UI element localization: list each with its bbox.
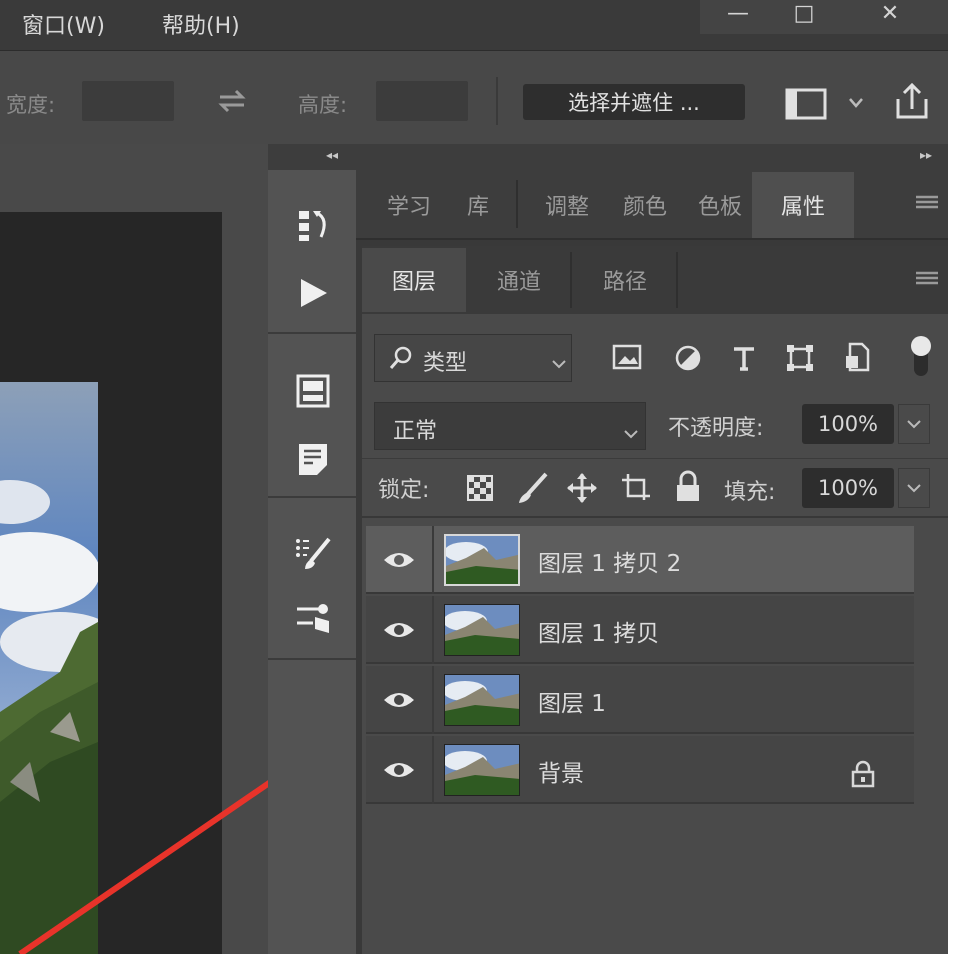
lock-icon (850, 760, 876, 788)
chevron-down-icon (907, 484, 921, 493)
layer-name[interactable]: 背景 (538, 754, 584, 788)
layer-filter-kind-select[interactable]: 类型 (374, 334, 572, 382)
lock-transparent-pixels-icon[interactable] (466, 474, 494, 502)
tool-group-info (268, 336, 356, 498)
menu-help[interactable]: 帮助(H) (162, 8, 240, 40)
layer-row[interactable]: 背景 (366, 736, 914, 804)
tab-libraries[interactable]: 库 (450, 172, 506, 238)
layer-thumbnail (444, 744, 520, 796)
lock-position-icon[interactable] (566, 472, 598, 504)
options-bar: 宽度: 高度: 选择并遮住 ... (0, 50, 948, 144)
filter-adjustment-icon[interactable] (674, 344, 702, 372)
collapse-right-icon[interactable]: ▸▸ (920, 148, 932, 162)
blend-mode-label: 正常 (393, 419, 438, 444)
lock-image-pixels-icon[interactable] (516, 472, 548, 504)
lock-label: 锁定: (378, 478, 430, 503)
filter-pixel-icon[interactable] (612, 344, 642, 370)
visibility-eye-icon[interactable] (382, 546, 416, 574)
layer-name[interactable]: 图层 1 拷贝 2 (538, 544, 681, 578)
width-field[interactable] (82, 81, 174, 121)
tab-learn[interactable]: 学习 (376, 172, 442, 238)
chevron-down-icon (623, 421, 639, 446)
tool-group-history (268, 172, 356, 334)
layer-thumbnail (444, 534, 520, 586)
share-icon[interactable] (890, 79, 934, 123)
layer-row[interactable]: 图层 1 (366, 666, 914, 734)
history-icon[interactable] (290, 202, 336, 248)
filter-shape-icon[interactable] (786, 344, 814, 372)
menu-window[interactable]: 窗口(W) (22, 8, 105, 40)
panel-menu-icon[interactable] (914, 192, 940, 212)
lock-artboard-icon[interactable] (620, 472, 654, 504)
tab-paths[interactable]: 路径 (574, 248, 676, 312)
tab-divider (570, 252, 572, 308)
minimize-button[interactable]: — (706, 0, 770, 30)
tab-channels[interactable]: 通道 (468, 248, 570, 312)
filter-smart-object-icon[interactable] (844, 342, 872, 372)
filter-type-icon[interactable] (730, 344, 758, 372)
divider (432, 666, 434, 734)
layers-panel-menu-icon[interactable] (914, 268, 940, 288)
divider (432, 736, 434, 804)
fill-label: 填充: (724, 480, 776, 505)
lock-all-icon[interactable] (674, 470, 702, 504)
visibility-eye-icon[interactable] (382, 686, 416, 714)
layer-name[interactable]: 图层 1 拷贝 (538, 614, 659, 648)
blend-mode-select[interactable]: 正常 (374, 402, 646, 450)
tab-swatches[interactable]: 色板 (684, 172, 756, 238)
visibility-eye-icon[interactable] (382, 616, 416, 644)
actions-play-icon[interactable] (290, 270, 336, 316)
notes-icon[interactable] (290, 436, 336, 482)
panel-layout-icon[interactable] (784, 87, 828, 121)
tab-layers[interactable]: 图层 (362, 248, 466, 312)
divider (496, 77, 498, 125)
select-and-mask-button[interactable]: 选择并遮住 ... (523, 84, 745, 120)
close-icon: ✕ (880, 0, 900, 26)
tab-properties[interactable]: 属性 (752, 172, 854, 238)
brush-settings-icon[interactable] (290, 530, 336, 576)
minimize-icon: — (727, 0, 749, 26)
tab-color[interactable]: 颜色 (608, 172, 682, 238)
tool-group-brush (268, 500, 356, 660)
search-icon (389, 345, 413, 371)
arrow-shaft (18, 767, 290, 954)
brush-presets-icon[interactable] (290, 596, 336, 642)
menu-bar: 窗口(W) 帮助(H) — □ ✕ (0, 0, 948, 50)
chevron-down-icon (907, 420, 921, 429)
divider (432, 526, 434, 594)
layer-row[interactable]: 图层 1 拷贝 (366, 596, 914, 664)
panel-collapse-bar: ◂◂ ▸▸ (268, 144, 948, 170)
filter-toggle-switch[interactable] (908, 332, 934, 380)
chevron-down-icon (551, 351, 567, 376)
opacity-field[interactable]: 100% (802, 404, 894, 444)
navigator-icon[interactable] (290, 368, 336, 414)
tab-adjustments[interactable]: 调整 (530, 172, 604, 238)
height-label: 高度: (298, 93, 348, 117)
page-edge (948, 0, 954, 954)
restore-icon: □ (793, 0, 815, 26)
fill-field[interactable]: 100% (802, 468, 894, 508)
fill-dropdown[interactable] (898, 468, 930, 508)
swap-icon[interactable] (214, 85, 250, 117)
restore-button[interactable]: □ (772, 0, 836, 30)
opacity-label: 不透明度: (668, 416, 764, 441)
close-button[interactable]: ✕ (858, 0, 922, 30)
tab-divider (516, 180, 518, 228)
height-field[interactable] (376, 81, 468, 121)
opacity-dropdown[interactable] (898, 404, 930, 444)
chevron-down-icon[interactable] (846, 95, 866, 111)
collapse-left-icon[interactable]: ◂◂ (326, 148, 338, 162)
width-label: 宽度: (6, 93, 56, 117)
layer-thumbnail (444, 604, 520, 656)
layer-row[interactable]: 图层 1 拷贝 2 (366, 526, 914, 594)
visibility-eye-icon[interactable] (382, 756, 416, 784)
layer-name[interactable]: 图层 1 (538, 684, 606, 718)
layer-thumbnail (444, 674, 520, 726)
divider (432, 596, 434, 664)
filter-kind-label: 类型 (423, 351, 468, 376)
tab-divider (676, 252, 678, 308)
